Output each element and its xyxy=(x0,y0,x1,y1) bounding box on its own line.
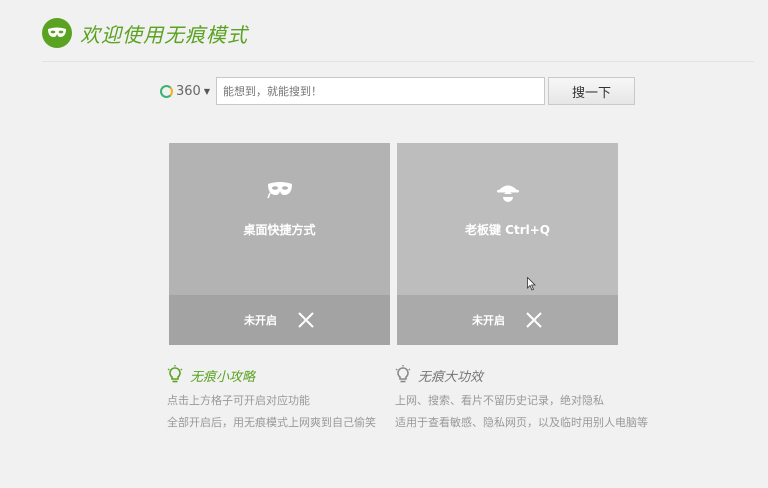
mouse-cursor-icon xyxy=(527,276,536,295)
tips-title: 无痕小攻略 xyxy=(190,369,256,385)
tips-line: 上网、搜索、看片不留历史记录，绝对隐私 xyxy=(395,394,604,407)
card-footer: 未开启 xyxy=(397,295,618,345)
caret-down-icon: ▼ xyxy=(203,86,210,96)
lightbulb-icon xyxy=(395,365,411,385)
page-title: 欢迎使用无痕模式 xyxy=(80,22,248,47)
status-text: 未开启 xyxy=(244,314,277,327)
lightbulb-icon xyxy=(167,365,183,385)
card-footer: 未开启 xyxy=(169,295,390,345)
status-text: 未开启 xyxy=(472,314,505,327)
card-label: 桌面快捷方式 xyxy=(243,223,316,237)
tips-line: 适用于查看敏感、隐私网页，以及临时用别人电脑等 xyxy=(395,416,648,429)
tips-title: 无痕大功效 xyxy=(418,369,484,385)
card-label: 老板键 Ctrl+Q xyxy=(464,223,550,237)
close-icon[interactable] xyxy=(525,311,543,329)
search-bar: 360 ▼ 搜一下 xyxy=(160,77,635,105)
header: 欢迎使用无痕模式 xyxy=(42,17,248,49)
search-engine-label: 360 xyxy=(176,83,201,99)
tips-line: 全部开启后，用无痕模式上网爽到自己偷笑 xyxy=(167,416,376,429)
close-icon[interactable] xyxy=(297,311,315,329)
search-button[interactable]: 搜一下 xyxy=(548,77,635,105)
360-logo-icon xyxy=(160,84,173,98)
tips-benefits: 无痕大功效 上网、搜索、看片不留历史记录，绝对隐私 适用于查看敏感、隐私网页，以… xyxy=(395,364,648,430)
mask-icon xyxy=(169,181,390,199)
card-boss-key[interactable]: 老板键 Ctrl+Q 未开启 xyxy=(397,143,618,345)
tips-guide: 无痕小攻略 点击上方格子可开启对应功能 全部开启后，用无痕模式上网爽到自己偷笑 xyxy=(167,364,376,430)
card-desktop-shortcut[interactable]: 桌面快捷方式 未开启 xyxy=(169,143,390,345)
tips-line: 点击上方格子可开启对应功能 xyxy=(167,394,310,407)
search-engine-selector[interactable]: 360 ▼ xyxy=(160,84,216,99)
header-divider xyxy=(42,61,754,62)
search-input[interactable] xyxy=(216,77,545,105)
boss-icon xyxy=(397,181,618,203)
mask-logo-icon xyxy=(42,18,72,48)
